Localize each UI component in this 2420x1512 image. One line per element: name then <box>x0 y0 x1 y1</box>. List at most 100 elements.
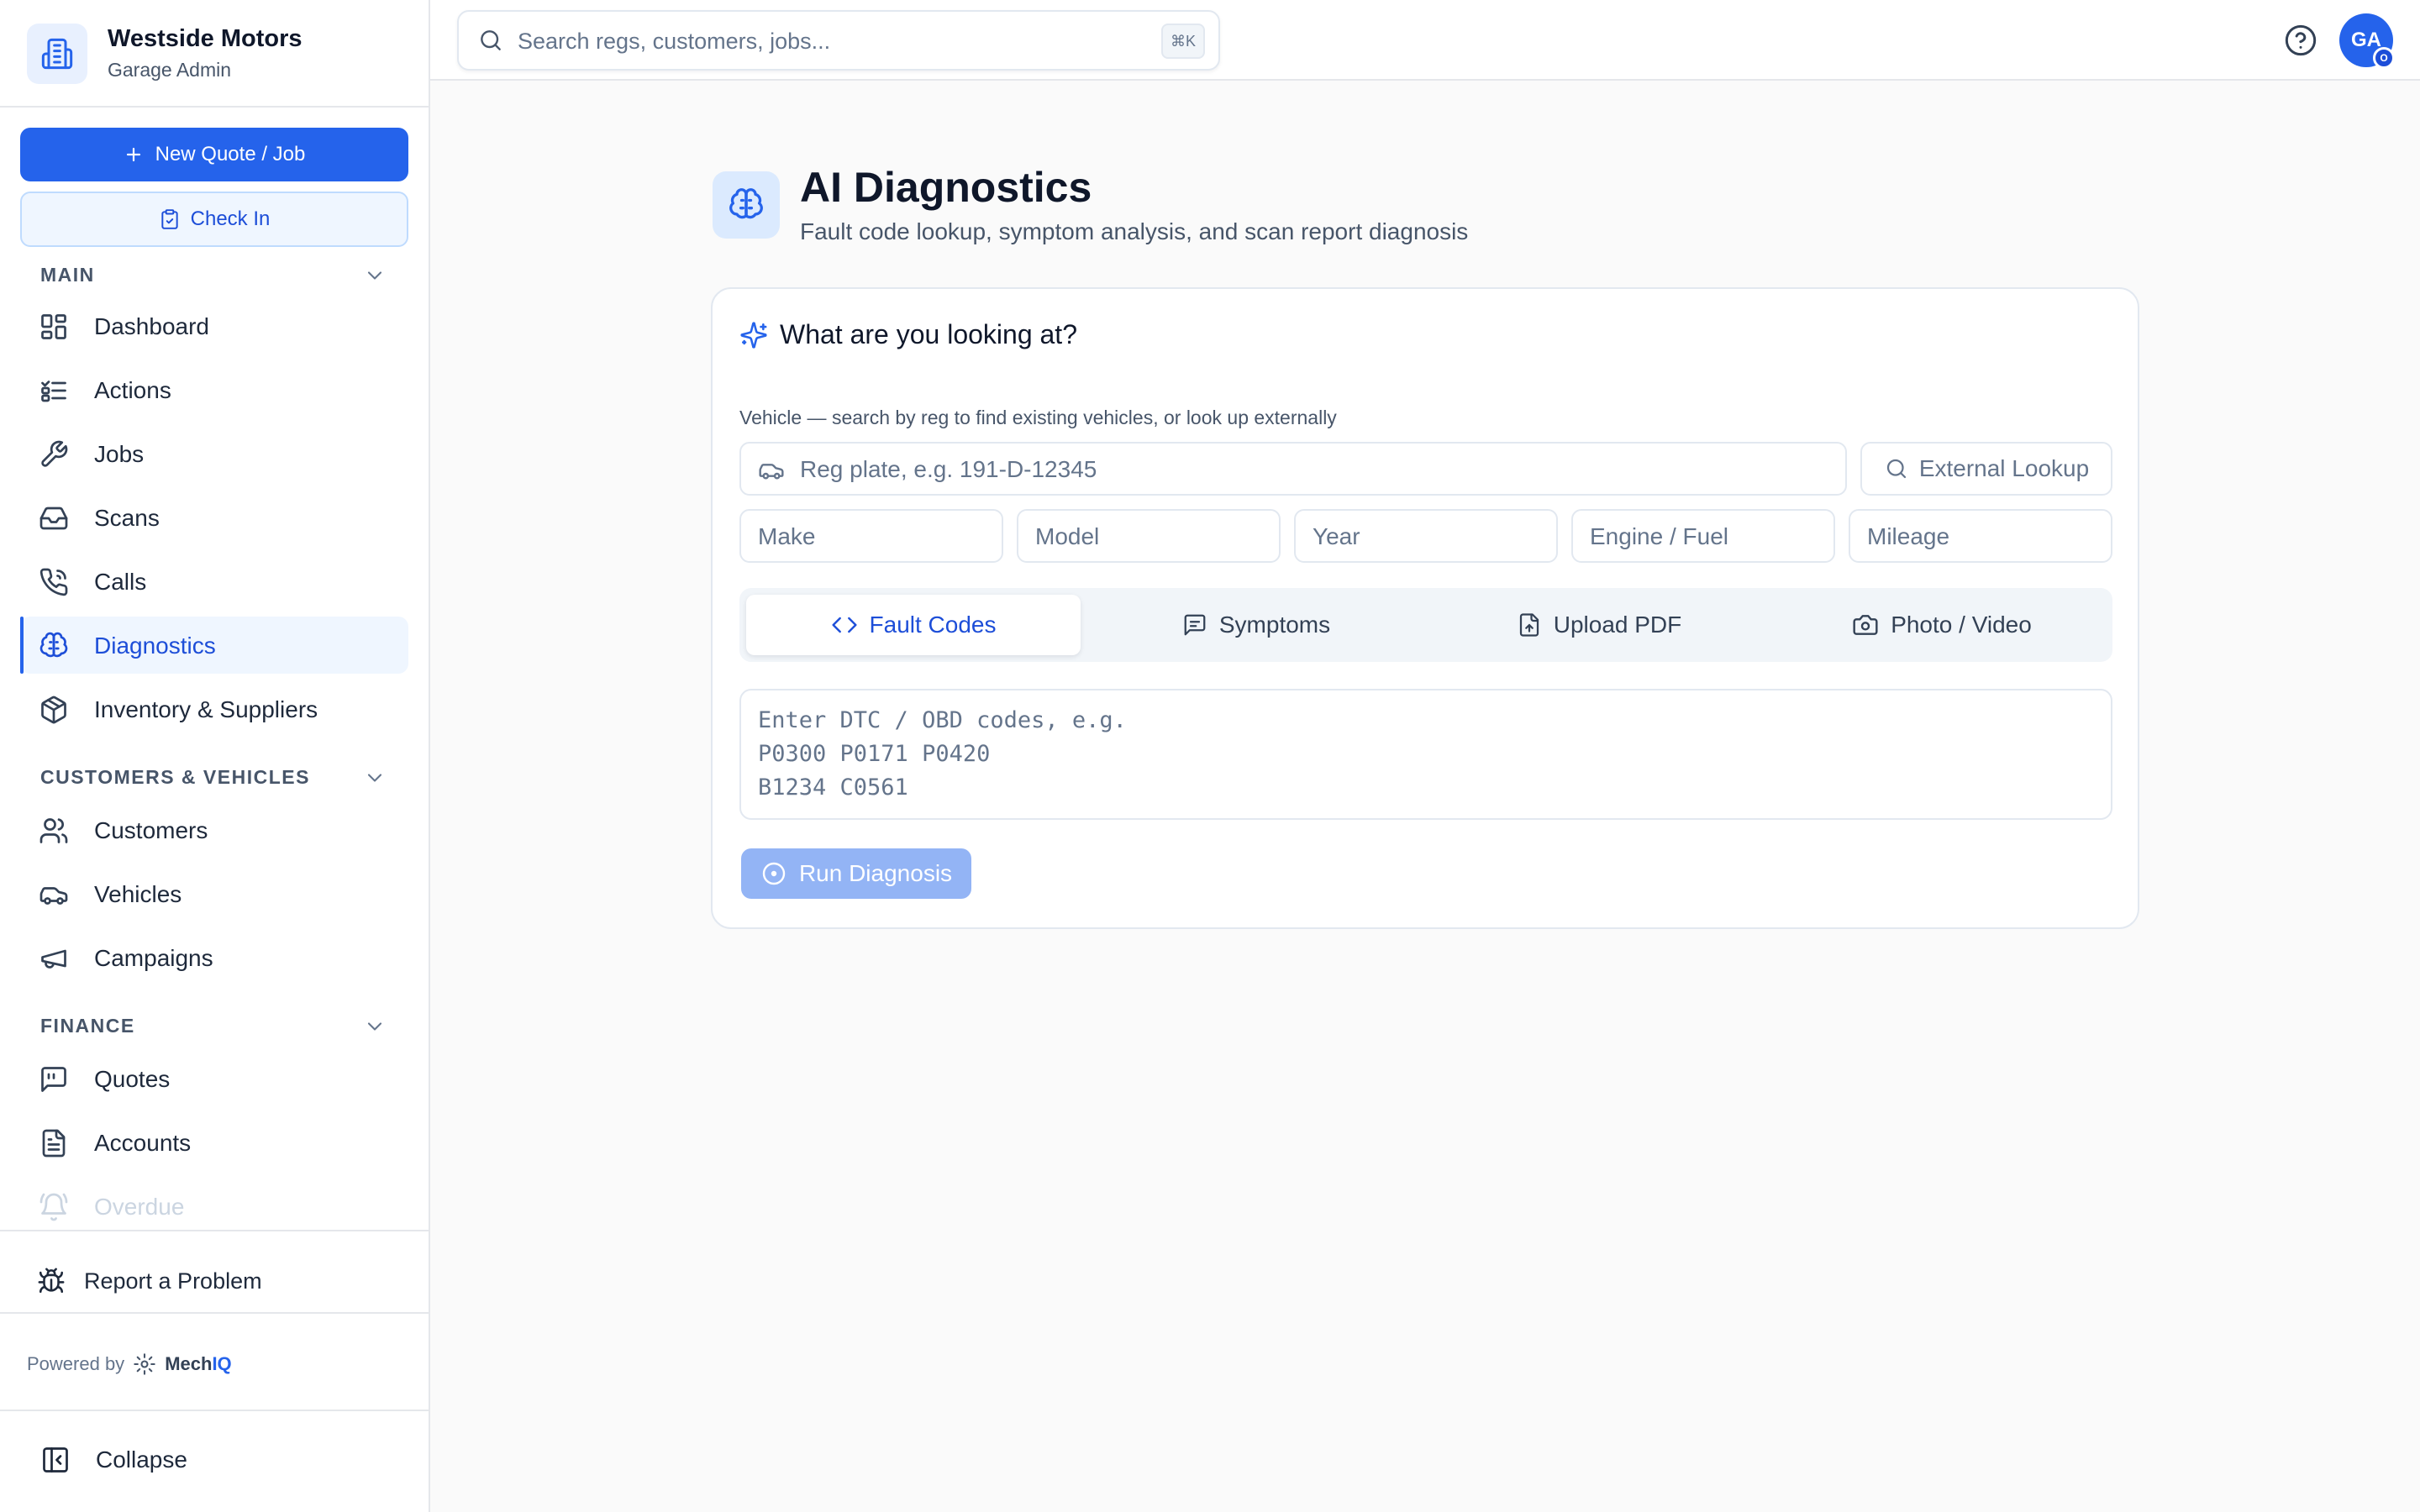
circle-dot-icon <box>760 860 787 887</box>
mileage-input[interactable] <box>1867 519 2101 554</box>
chevron-down-icon[interactable] <box>363 766 387 790</box>
page-subtitle: Fault code lookup, symptom analysis, and… <box>800 218 1469 244</box>
input-mode-tabs: Fault Codes Symptoms Upload PDF Photo / … <box>739 588 2112 662</box>
check-in-button[interactable]: Check In <box>20 192 408 247</box>
year-field[interactable] <box>1294 509 1558 563</box>
sidebar-divider <box>0 1410 429 1411</box>
topbar: ⌘K GA O <box>430 0 2420 81</box>
sparkles-icon <box>739 321 768 349</box>
make-field[interactable] <box>739 509 1003 563</box>
brand-name: Westside Motors <box>108 25 302 52</box>
sidebar-item-label: Overdue <box>94 1194 185 1220</box>
tab-label: Fault Codes <box>869 612 997 638</box>
sidebar-item-inventory-suppliers[interactable]: Inventory & Suppliers <box>20 680 408 738</box>
section-label-finance: FINANCE <box>40 1015 135 1037</box>
sidebar-item-label: Accounts <box>94 1130 192 1156</box>
dashboard-icon <box>39 312 69 342</box>
sidebar-item-customers[interactable]: Customers <box>20 801 408 858</box>
engine-fuel-field[interactable] <box>1571 509 1835 563</box>
panel-left-close-icon <box>40 1445 71 1475</box>
brain-icon <box>39 631 69 661</box>
fault-codes-textarea[interactable] <box>739 689 2112 820</box>
reg-plate-field[interactable] <box>739 442 1847 496</box>
sidebar-item-scans[interactable]: Scans <box>20 489 408 546</box>
chevron-down-icon[interactable] <box>363 1015 387 1038</box>
bell-ring-icon <box>39 1192 69 1222</box>
run-diagnosis-button[interactable]: Run Diagnosis <box>741 848 971 899</box>
sidebar-item-calls[interactable]: Calls <box>20 553 408 610</box>
search-icon <box>477 27 504 54</box>
message-quote-icon <box>39 1064 69 1095</box>
sidebar-item-label: Dashboard <box>94 313 209 339</box>
tab-fault-codes[interactable]: Fault Codes <box>746 595 1081 655</box>
sidebar-item-campaigns[interactable]: Campaigns <box>20 929 408 986</box>
external-lookup-button[interactable]: External Lookup <box>1860 442 2112 496</box>
external-lookup-label: External Lookup <box>1918 455 2090 481</box>
powered-by: Powered by MechIQ <box>27 1352 232 1376</box>
tab-photo-video[interactable]: Photo / Video <box>1775 595 2109 655</box>
card-header: What are you looking at? <box>739 319 1077 350</box>
model-input[interactable] <box>1035 519 1269 554</box>
sidebar-item-jobs[interactable]: Jobs <box>20 425 408 482</box>
megaphone-icon <box>39 943 69 974</box>
building-icon <box>27 24 87 84</box>
tab-label: Photo / Video <box>1891 612 2032 638</box>
tab-label: Symptoms <box>1218 612 1331 638</box>
sidebar-item-label: Actions <box>94 377 171 403</box>
sidebar-item-dashboard[interactable]: Dashboard <box>20 297 408 354</box>
brand-header: Westside Motors Garage Admin <box>0 0 429 108</box>
powered-by-label: Powered by <box>27 1353 125 1374</box>
vehicle-hint: Vehicle — search by reg to find existing… <box>739 407 1337 428</box>
collapse-label: Collapse <box>96 1446 187 1473</box>
sidebar-item-quotes[interactable]: Quotes <box>20 1050 408 1107</box>
phone-icon <box>39 567 69 597</box>
reg-plate-input[interactable] <box>800 452 1828 487</box>
tab-upload-pdf[interactable]: Upload PDF <box>1432 595 1766 655</box>
sidebar-item-actions[interactable]: Actions <box>20 361 408 418</box>
brain-icon <box>713 171 780 239</box>
mileage-field[interactable] <box>1849 509 2112 563</box>
report-problem-label: Report a Problem <box>84 1268 262 1294</box>
sidebar-item-diagnostics[interactable]: Diagnostics <box>20 617 408 674</box>
chevron-down-icon[interactable] <box>363 264 387 287</box>
section-label-customers-vehicles: CUSTOMERS & VEHICLES <box>40 766 310 788</box>
report-problem-link[interactable]: Report a Problem <box>37 1267 262 1295</box>
list-checks-icon <box>39 375 69 406</box>
users-icon <box>39 816 69 846</box>
sidebar-divider <box>0 1312 429 1314</box>
sidebar-item-label: Scans <box>94 505 160 531</box>
plus-icon <box>124 144 144 165</box>
file-upload-icon <box>1517 612 1542 638</box>
sidebar-item-overdue[interactable]: Overdue <box>20 1178 408 1235</box>
inbox-icon <box>39 503 69 533</box>
message-icon <box>1182 612 1207 638</box>
help-circle-icon[interactable] <box>2284 24 2317 57</box>
clipboard-check-icon <box>159 208 181 230</box>
year-input[interactable] <box>1313 519 1546 554</box>
model-field[interactable] <box>1017 509 1281 563</box>
collapse-sidebar-button[interactable]: Collapse <box>40 1445 187 1475</box>
run-diagnosis-label: Run Diagnosis <box>798 860 953 886</box>
global-search[interactable]: ⌘K <box>457 10 1220 71</box>
new-quote-job-label: New Quote / Job <box>155 143 306 165</box>
sidebar-item-label: Inventory & Suppliers <box>94 696 318 722</box>
new-quote-job-button[interactable]: New Quote / Job <box>20 128 408 181</box>
code-icon <box>831 612 858 638</box>
sidebar-item-vehicles[interactable]: Vehicles <box>20 865 408 922</box>
sidebar-item-label: Diagnostics <box>94 633 216 659</box>
car-icon <box>39 879 69 910</box>
sidebar-item-label: Vehicles <box>94 881 182 907</box>
check-in-label: Check In <box>190 207 271 230</box>
search-input[interactable] <box>518 24 1089 59</box>
tab-label: Upload PDF <box>1553 612 1682 638</box>
mechiq-logo-icon <box>133 1352 156 1376</box>
wrench-icon <box>39 439 69 470</box>
sidebar-divider <box>0 1230 429 1231</box>
search-icon <box>1884 456 1909 481</box>
engine-fuel-input[interactable] <box>1590 519 1823 554</box>
powered-brand-mech: Mech <box>165 1353 213 1374</box>
make-input[interactable] <box>758 519 992 554</box>
tab-symptoms[interactable]: Symptoms <box>1089 595 1423 655</box>
sidebar-item-accounts[interactable]: Accounts <box>20 1114 408 1171</box>
sidebar: Westside Motors Garage Admin New Quote /… <box>0 0 430 1512</box>
